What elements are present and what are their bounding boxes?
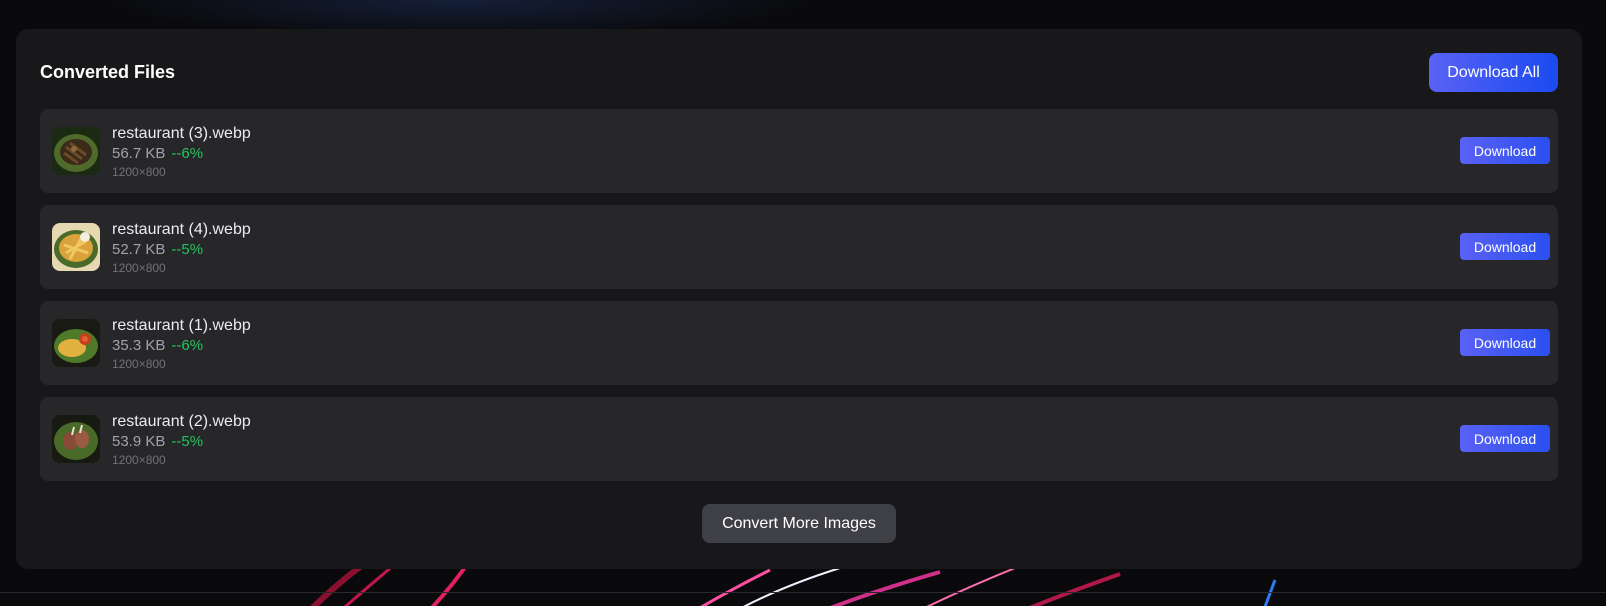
file-meta: 56.7 KB --6% bbox=[112, 145, 203, 163]
file-dimensions: 1200×800 bbox=[112, 453, 166, 467]
file-row: restaurant (1).webp 35.3 KB --6% 1200×800… bbox=[40, 301, 1558, 385]
file-name: restaurant (1).webp bbox=[112, 317, 251, 334]
size-change: --6% bbox=[171, 145, 204, 162]
file-dimensions: 1200×800 bbox=[112, 357, 166, 371]
file-row: restaurant (4).webp 52.7 KB --5% 1200×800… bbox=[40, 205, 1558, 289]
divider bbox=[0, 592, 1606, 593]
thumbnail-image bbox=[52, 415, 100, 463]
file-name: restaurant (2).webp bbox=[112, 413, 251, 430]
file-size: 35.3 KB bbox=[112, 337, 166, 354]
scrollbar-track[interactable] bbox=[1606, 0, 1623, 606]
file-size: 56.7 KB bbox=[112, 145, 166, 162]
file-meta: 52.7 KB --5% bbox=[112, 241, 203, 259]
file-row: restaurant (3).webp 56.7 KB --6% 1200×800… bbox=[40, 109, 1558, 193]
file-meta: 53.9 KB --5% bbox=[112, 433, 203, 451]
file-name: restaurant (3).webp bbox=[112, 125, 251, 142]
size-change: --5% bbox=[171, 433, 204, 450]
thumbnail-image bbox=[52, 223, 100, 271]
convert-more-images-button[interactable]: Convert More Images bbox=[702, 504, 896, 543]
thumbnail-image bbox=[52, 127, 100, 175]
converted-files-panel: Converted Files Download All restaurant … bbox=[16, 29, 1582, 569]
download-all-button[interactable]: Download All bbox=[1429, 53, 1558, 92]
thumbnail-image bbox=[52, 319, 100, 367]
file-meta: 35.3 KB --6% bbox=[112, 337, 203, 355]
download-button[interactable]: Download bbox=[1460, 329, 1550, 356]
download-button[interactable]: Download bbox=[1460, 137, 1550, 164]
download-button[interactable]: Download bbox=[1460, 425, 1550, 452]
file-dimensions: 1200×800 bbox=[112, 165, 166, 179]
panel-title: Converted Files bbox=[40, 62, 176, 82]
file-dimensions: 1200×800 bbox=[112, 261, 166, 275]
file-row: restaurant (2).webp 53.9 KB --5% 1200×800… bbox=[40, 397, 1558, 481]
size-change: --5% bbox=[171, 241, 204, 258]
download-button[interactable]: Download bbox=[1460, 233, 1550, 260]
file-list: restaurant (3).webp 56.7 KB --6% 1200×800… bbox=[40, 109, 1558, 493]
file-name: restaurant (4).webp bbox=[112, 221, 251, 238]
file-size: 53.9 KB bbox=[112, 433, 166, 450]
file-size: 52.7 KB bbox=[112, 241, 166, 258]
size-change: --6% bbox=[171, 337, 204, 354]
